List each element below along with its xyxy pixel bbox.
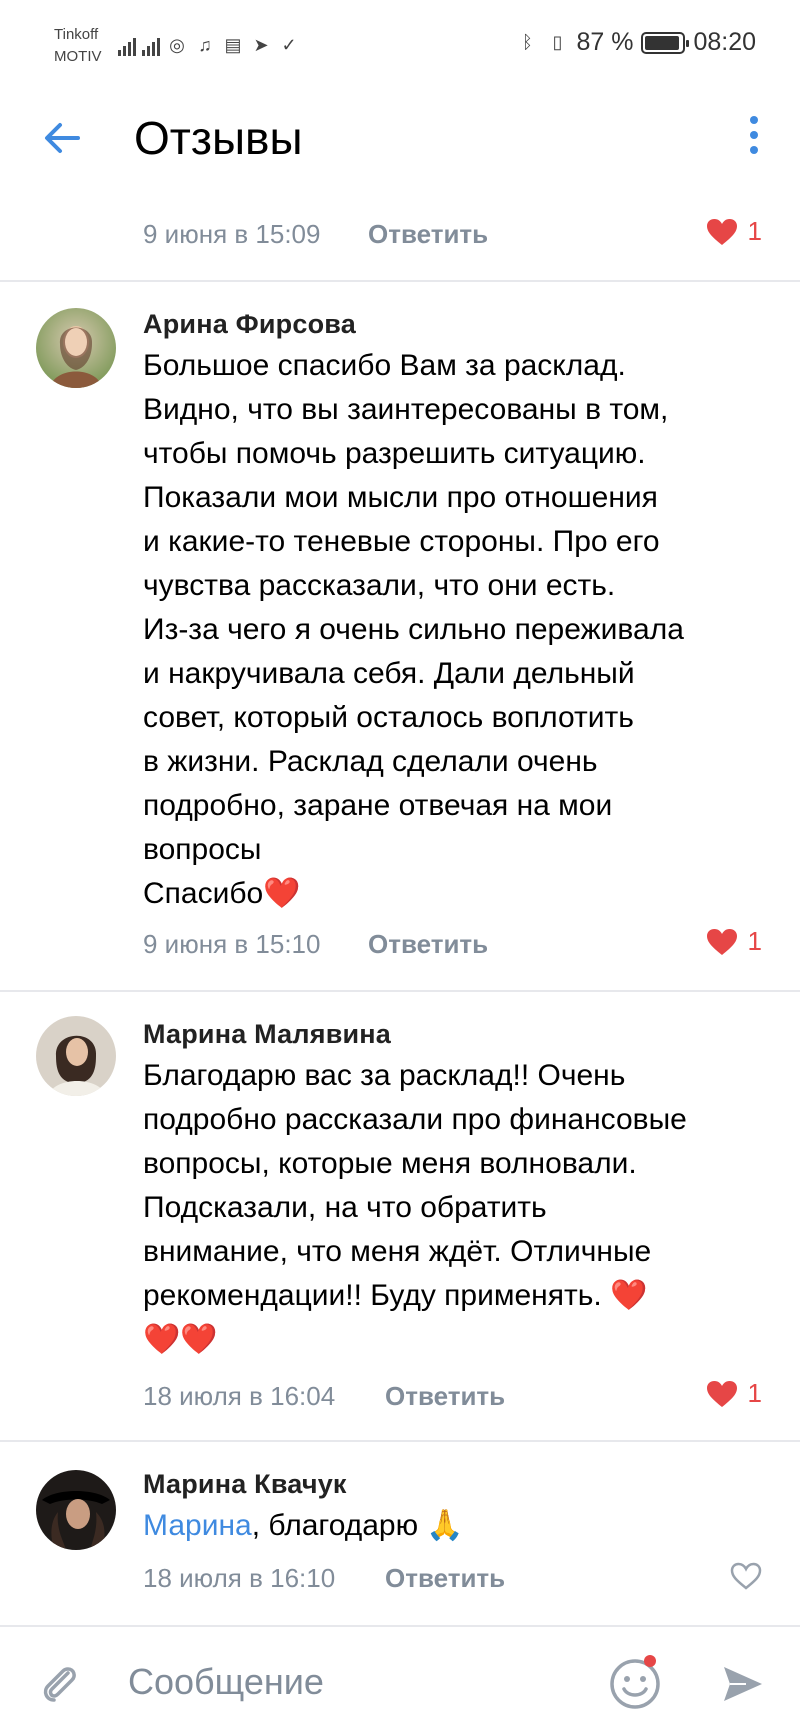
avatar[interactable] — [36, 1016, 116, 1096]
mention-link[interactable]: Марина — [143, 1509, 252, 1542]
reply-button[interactable]: Ответить — [368, 216, 488, 252]
comment-author[interactable]: Марина Малявина — [143, 1016, 391, 1052]
heart-filled-icon — [706, 218, 737, 245]
comment-author[interactable]: Марина Квачук — [143, 1466, 347, 1502]
avatar[interactable] — [36, 308, 116, 388]
comment-item: Арина Фирсова Большое спасибо Вам за рас… — [0, 282, 800, 990]
signal-4g-icon — [142, 34, 160, 56]
back-arrow-icon[interactable] — [38, 114, 86, 162]
more-vertical-icon[interactable] — [742, 116, 766, 164]
like-count: 1 — [747, 216, 762, 246]
comment-item: — — ——— ———— ——— ——— ——— 9 июня в 15:09 … — [0, 170, 800, 280]
carrier-label: Tinkoff MOTIV — [54, 26, 102, 65]
comment-text: Благодарю вас за расклад!! Очень подробн… — [143, 1059, 687, 1356]
signal-icon — [118, 34, 136, 56]
battery-icon — [641, 31, 690, 54]
clock: 08:20 — [693, 28, 756, 56]
message-input[interactable]: Сообщение — [128, 1659, 324, 1705]
page-title: Отзывы — [134, 112, 303, 164]
attach-paperclip-icon[interactable] — [38, 1661, 82, 1705]
comment-text-cutoff: — — ——— ———— ——— ——— ——— — [143, 188, 703, 198]
status-icons-left: ◎ ♫ ▤ ➤ ✓ — [118, 30, 300, 60]
heart-filled-icon — [706, 1380, 737, 1407]
comment-date: 9 июня в 15:10 — [143, 929, 321, 959]
comment-date: 18 июля в 16:10 — [143, 1563, 336, 1593]
avatar[interactable] — [36, 1470, 116, 1550]
send-icon[interactable] — [720, 1661, 766, 1707]
battery-percent: 87 % — [576, 28, 634, 56]
music-icon: ♫ — [198, 34, 212, 55]
notification-dot — [644, 1655, 656, 1667]
heart-outline-icon — [730, 1562, 762, 1590]
comment-item: Марина Квачук Марина, благодарю 🙏 18 июл… — [0, 1442, 800, 1622]
telegram-icon: ➤ — [253, 34, 269, 55]
comment-text-body: , благодарю 🙏 — [251, 1509, 464, 1542]
status-icons-right: ᛒ ▯ 87 % 08:20 — [516, 28, 756, 57]
comment-author[interactable]: Арина Фирсова — [143, 306, 356, 342]
status-bar: Tinkoff MOTIV ◎ ♫ ▤ ➤ ✓ ᛒ ▯ 87 % 08:20 — [0, 0, 800, 92]
comment-date: 18 июля в 16:04 — [143, 1381, 336, 1411]
like-button[interactable]: 1 — [706, 926, 762, 957]
like-button[interactable]: 1 — [706, 216, 762, 247]
comment-text: Большое спасибо Вам за расклад. Видно, ч… — [143, 349, 684, 910]
reply-button[interactable]: Ответить — [385, 1560, 505, 1596]
bluetooth-icon: ᛒ — [522, 32, 533, 52]
reply-button[interactable]: Ответить — [368, 926, 488, 962]
reply-button[interactable]: Ответить — [385, 1378, 505, 1414]
vibrate-icon: ▯ — [552, 32, 563, 52]
news-icon: ▤ — [224, 34, 242, 55]
like-count: 1 — [747, 1378, 762, 1408]
like-count: 1 — [747, 926, 762, 956]
message-composer: Сообщение — [0, 1625, 800, 1735]
heart-filled-icon — [706, 928, 737, 955]
comment-text: Марина, благодарю 🙏 — [143, 1504, 773, 1548]
hotspot-icon: ◎ — [169, 34, 185, 55]
like-button[interactable]: 1 — [706, 1378, 762, 1409]
check-icon: ✓ — [281, 34, 297, 55]
like-button[interactable] — [730, 1562, 762, 1590]
comment-date: 9 июня в 15:09 — [143, 219, 321, 249]
comment-item: Марина Малявина Благодарю вас за расклад… — [0, 992, 800, 1440]
